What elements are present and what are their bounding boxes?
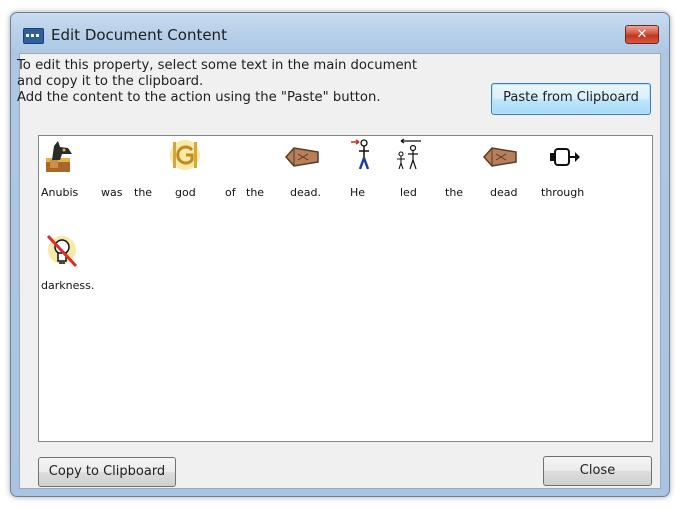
instruction-line: Add the content to the action using the … <box>17 90 381 105</box>
document-word: the <box>246 186 265 199</box>
dialog-title: Edit Document Content <box>51 26 227 44</box>
instruction-line: To edit this property, select some text … <box>17 58 418 73</box>
document-word: He <box>350 186 366 199</box>
document-word: Anubis <box>41 186 79 199</box>
document-word: led <box>400 186 417 199</box>
document-word: dead <box>490 186 518 199</box>
document-word: god <box>175 186 196 199</box>
through-arrow-icon <box>547 144 581 170</box>
paste-from-clipboard-button[interactable]: Paste from Clipboard <box>491 83 651 115</box>
anubis-icon <box>42 140 78 174</box>
document-word: dead. <box>290 186 321 199</box>
document-word: through <box>541 186 585 199</box>
instruction-line: and copy it to the clipboard. <box>17 74 204 89</box>
he-person-icon <box>349 138 373 172</box>
document-word: was <box>101 186 123 199</box>
document-word: the <box>445 186 464 199</box>
close-button[interactable]: Close <box>543 456 652 486</box>
app-icon <box>23 28 44 44</box>
dead-coffin-icon <box>482 146 518 168</box>
document-word: darkness. <box>41 279 95 292</box>
document-content-area[interactable]: Anubis was the god of the dead. He led t… <box>38 135 653 442</box>
dead-coffin-icon <box>284 146 320 168</box>
close-window-button[interactable]: ✕ <box>625 25 659 44</box>
document-word: of <box>225 186 236 199</box>
god-icon <box>167 138 203 172</box>
copy-to-clipboard-button[interactable]: Copy to Clipboard <box>38 457 176 487</box>
instructions-text: To edit this property, select some text … <box>17 58 417 106</box>
title-bar[interactable]: Edit Document Content ✕ <box>11 13 669 53</box>
document-word: the <box>134 186 153 199</box>
led-people-icon <box>391 138 425 172</box>
darkness-bulb-icon <box>45 232 79 270</box>
